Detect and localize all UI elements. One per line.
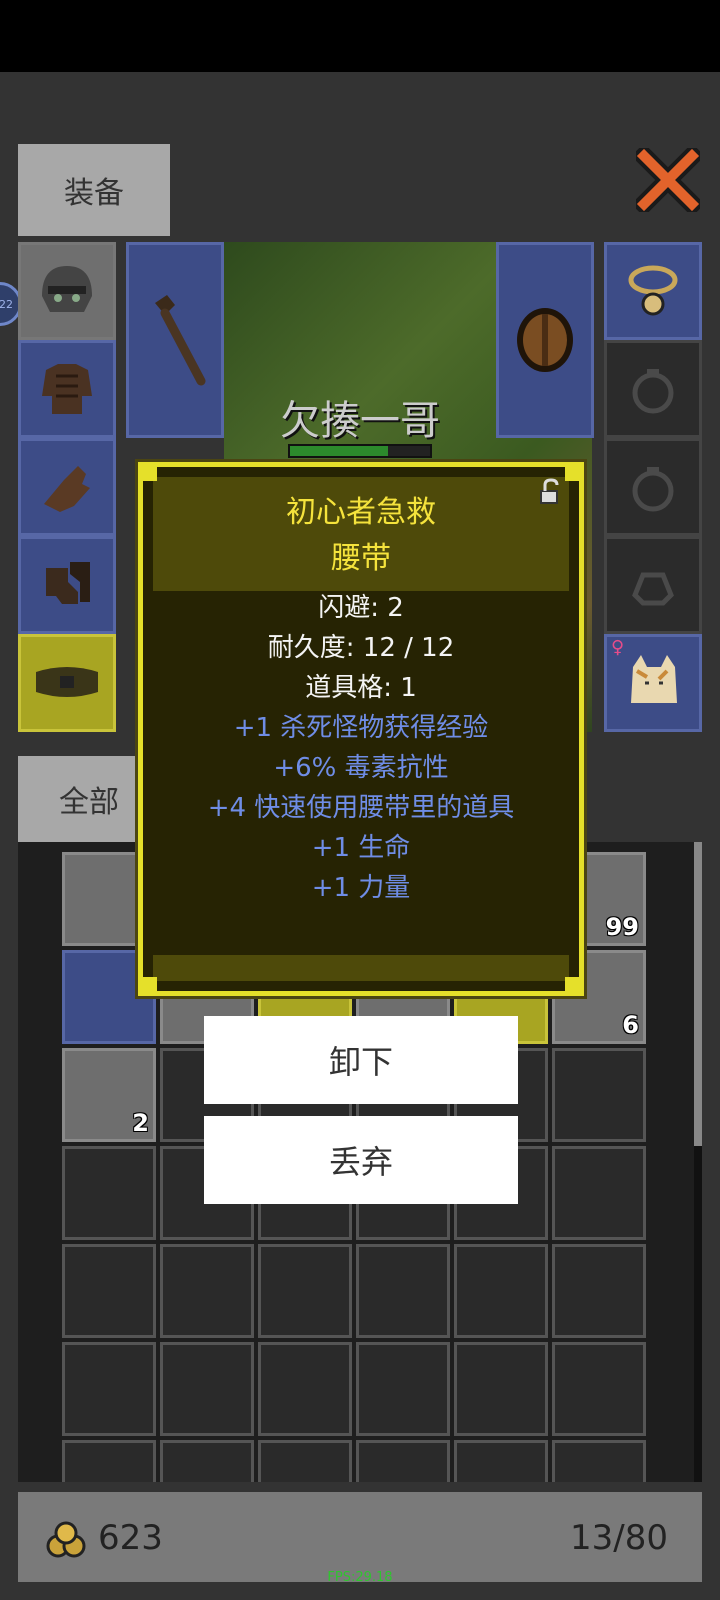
gold-amount: 623	[98, 1518, 163, 1558]
item-stat: 耐久度: 12 / 12	[267, 633, 455, 663]
tab-equipment[interactable]: 装备	[18, 144, 170, 236]
slot-pet[interactable]	[604, 536, 702, 634]
popup-footer	[153, 955, 569, 981]
club-icon	[155, 295, 206, 386]
hero-name: 欠揍一哥	[280, 398, 440, 444]
slot-pet-equipped[interactable]: ♀	[604, 634, 702, 732]
item-type: 腰带	[331, 541, 391, 576]
pet-placeholder-icon	[632, 572, 674, 606]
popup-corner	[565, 977, 583, 995]
item-title: 初心者急救	[286, 495, 436, 530]
female-icon: ♀	[611, 637, 625, 658]
slot-boots[interactable]	[18, 536, 116, 634]
hero-health-bar	[288, 444, 432, 458]
item-count: 2	[132, 1109, 149, 1137]
inventory-slot[interactable]	[454, 1440, 548, 1482]
inventory-scrollbar-thumb[interactable]	[694, 842, 702, 1146]
helmet-icon	[42, 266, 92, 312]
inventory-slot[interactable]	[454, 1342, 548, 1436]
close-icon[interactable]	[631, 143, 705, 217]
armor-icon	[42, 364, 92, 414]
inventory-slot[interactable]	[258, 1244, 352, 1338]
item-bonus: +1 力量	[311, 873, 411, 903]
item-bonus: +1 杀死怪物获得经验	[233, 713, 489, 743]
gold-icon	[44, 1520, 88, 1560]
item-info-popup: 初心者急救 腰带 闪避: 2 耐久度: 12 / 12 道具格: 1 +1 杀死…	[138, 462, 584, 996]
inventory-slot[interactable]	[62, 1146, 156, 1240]
inventory-slot[interactable]	[160, 1244, 254, 1338]
ring-placeholder-icon	[632, 369, 674, 414]
slot-offhand[interactable]	[496, 242, 594, 438]
cat-pet-icon	[631, 655, 677, 703]
slot-gloves[interactable]	[18, 438, 116, 536]
inventory-slot[interactable]	[160, 1342, 254, 1436]
popup-corner	[565, 463, 583, 481]
inventory-slot[interactable]	[62, 1342, 156, 1436]
shield-icon	[517, 308, 573, 372]
slot-helmet[interactable]	[18, 242, 116, 340]
ring-placeholder-icon	[632, 467, 674, 512]
inventory-slot[interactable]	[552, 1244, 646, 1338]
status-bar	[0, 0, 720, 72]
slot-amulet[interactable]	[604, 242, 702, 340]
fps-counter: FPS:29.18	[327, 1570, 393, 1585]
item-bonus: +1 生命	[311, 833, 411, 863]
item-count: 6	[622, 1011, 639, 1039]
slot-armor[interactable]	[18, 340, 116, 438]
inventory-slot[interactable]	[552, 1440, 646, 1482]
hero-health-fill	[290, 446, 388, 456]
item-stat: 道具格: 1	[305, 673, 417, 703]
amulet-icon	[628, 265, 678, 316]
inventory-slot[interactable]	[356, 1244, 450, 1338]
item-count: 99	[605, 913, 639, 941]
inventory-slot[interactable]	[552, 1342, 646, 1436]
popup-corner	[139, 463, 157, 481]
inventory-slot[interactable]	[160, 1440, 254, 1482]
item-bonus: +6% 毒素抗性	[273, 753, 449, 783]
item-stat: 闪避: 2	[318, 593, 404, 623]
unequip-button[interactable]: 卸下	[204, 1016, 518, 1104]
inventory-capacity: 13/80	[570, 1518, 668, 1558]
inventory-slot[interactable]	[258, 1342, 352, 1436]
inventory-slot[interactable]	[62, 1244, 156, 1338]
slot-ring-2[interactable]	[604, 438, 702, 536]
inventory-slot[interactable]	[552, 1048, 646, 1142]
popup-corner	[139, 977, 157, 995]
boots-icon	[46, 562, 90, 604]
inventory-slot[interactable]	[356, 1342, 450, 1436]
item-bonus: +4 快速使用腰带里的道具	[207, 793, 515, 823]
discard-button[interactable]: 丢弃	[204, 1116, 518, 1204]
belt-icon	[36, 667, 98, 697]
inventory-slot[interactable]	[62, 1440, 156, 1482]
inventory-slot[interactable]	[454, 1244, 548, 1338]
inventory-slot[interactable]: 2	[62, 1048, 156, 1142]
inventory-slot[interactable]	[258, 1440, 352, 1482]
gloves-icon	[44, 466, 90, 512]
inventory-slot[interactable]	[356, 1440, 450, 1482]
slot-belt[interactable]	[18, 634, 116, 732]
inventory-slot[interactable]	[552, 1146, 646, 1240]
slot-weapon[interactable]	[126, 242, 224, 438]
slot-ring-1[interactable]	[604, 340, 702, 438]
